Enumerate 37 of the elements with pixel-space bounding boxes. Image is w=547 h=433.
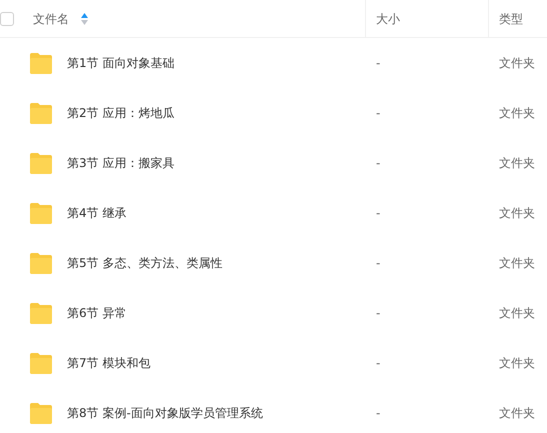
- file-type: 文件夹: [499, 406, 535, 420]
- file-name[interactable]: 第5节 多态、类方法、类属性: [67, 254, 222, 272]
- file-size: -: [376, 256, 380, 270]
- file-type: 文件夹: [499, 56, 535, 70]
- folder-icon: [29, 52, 53, 74]
- file-name[interactable]: 第1节 面向对象基础: [67, 54, 174, 72]
- select-all-checkbox[interactable]: [0, 12, 14, 26]
- file-size: -: [376, 206, 380, 220]
- file-type: 文件夹: [499, 256, 535, 270]
- column-header[interactable]: 文件名: [33, 10, 69, 28]
- file-name[interactable]: 第4节 继承: [67, 204, 126, 222]
- folder-icon: [29, 402, 53, 424]
- file-name[interactable]: 第7节 模块和包: [67, 354, 150, 372]
- file-name[interactable]: 第2节 应用：烤地瓜: [67, 104, 174, 122]
- file-type: 文件夹: [499, 356, 535, 370]
- file-size: -: [376, 156, 380, 170]
- file-size: -: [376, 406, 380, 420]
- file-size: -: [376, 56, 380, 70]
- file-type: 文件夹: [499, 106, 535, 120]
- folder-icon: [29, 152, 53, 174]
- file-name[interactable]: 第3节 应用：搬家具: [67, 154, 174, 172]
- file-name[interactable]: 第6节 异常: [67, 304, 126, 322]
- file-size: -: [376, 106, 380, 120]
- folder-icon: [29, 102, 53, 124]
- file-size: -: [376, 356, 380, 370]
- file-type: 文件夹: [499, 156, 535, 170]
- folder-icon: [29, 352, 53, 374]
- column-header[interactable]: 大小: [376, 10, 400, 28]
- file-type: 文件夹: [499, 206, 535, 220]
- folder-icon: [29, 252, 53, 274]
- sort-icon[interactable]: [81, 12, 88, 24]
- file-name[interactable]: 第8节 案例-面向对象版学员管理系统: [67, 404, 263, 422]
- column-header[interactable]: 类型: [499, 10, 523, 28]
- folder-icon: [29, 302, 53, 324]
- file-type: 文件夹: [499, 306, 535, 320]
- file-size: -: [376, 306, 380, 320]
- folder-icon: [29, 202, 53, 224]
